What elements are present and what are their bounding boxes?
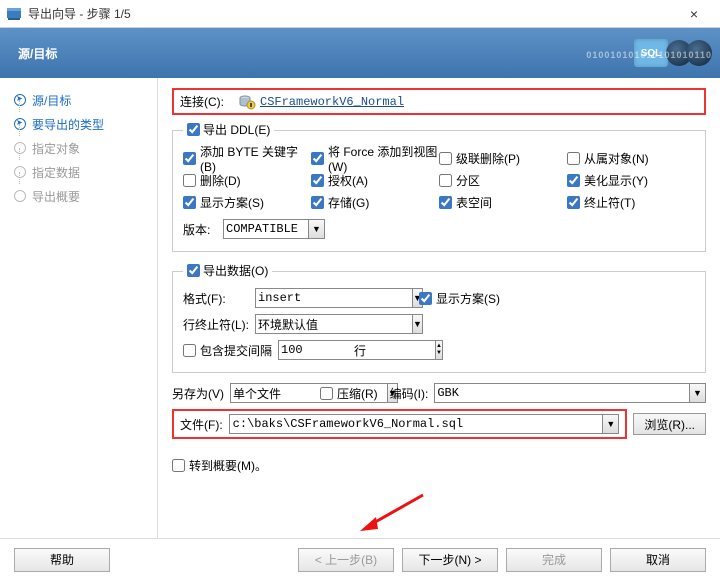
terminator-checkbox[interactable]: 终止符(T): [567, 194, 635, 211]
banner-binary-text: 010010101010101010110: [586, 50, 712, 60]
export-data-fieldset: 导出数据(O) 格式(F): ▼ 显示方案(S) 行终止符(L): ▼ 包含提交…: [172, 262, 706, 373]
file-row: 文件(F): ▼ 浏览(R)...: [172, 409, 706, 439]
save-as-label: 另存为(V): [172, 385, 224, 402]
step-label: 指定数据: [32, 164, 80, 181]
format-label: 格式(F):: [183, 290, 255, 307]
step-source-target[interactable]: 源/目标: [14, 88, 157, 112]
tablespace-checkbox[interactable]: 表空间: [439, 194, 492, 211]
step-specify-data: 指定数据: [14, 160, 157, 184]
titlebar: 导出向导 - 步骤 1/5 ×: [0, 0, 720, 28]
help-button[interactable]: 帮助: [14, 548, 110, 572]
step-label: 源/目标: [32, 92, 71, 109]
finish-button[interactable]: 完成: [506, 548, 602, 572]
file-dropdown-button[interactable]: ▼: [603, 414, 619, 434]
step-label: 要导出的类型: [32, 116, 104, 133]
line-terminator-select[interactable]: [255, 314, 413, 334]
version-select[interactable]: [223, 219, 309, 239]
file-label: 文件(F):: [180, 416, 223, 433]
browse-button[interactable]: 浏览(R)...: [633, 413, 706, 435]
step-export-types[interactable]: 要导出的类型: [14, 112, 157, 136]
export-ddl-checkbox[interactable]: 导出 DDL(E): [187, 121, 270, 138]
step-specify-objects: 指定对象: [14, 136, 157, 160]
data-show-schema-checkbox[interactable]: 显示方案(S): [419, 290, 500, 307]
cancel-button[interactable]: 取消: [610, 548, 706, 572]
encoding-select[interactable]: [434, 383, 690, 403]
back-button[interactable]: < 上一步(B): [298, 548, 394, 572]
file-path-input[interactable]: [229, 414, 604, 434]
next-button[interactable]: 下一步(N) >: [402, 548, 498, 572]
annotation-arrow-icon: [358, 493, 428, 533]
main-panel: 连接(C): CSFrameworkV6_Normal 导出 DDL(E) 添加…: [158, 78, 720, 538]
show-schema-checkbox[interactable]: 显示方案(S): [183, 194, 264, 211]
cascade-delete-checkbox[interactable]: 级联删除(P): [439, 150, 520, 167]
app-icon: [6, 6, 22, 22]
line-terminator-label: 行终止符(L):: [183, 316, 255, 333]
export-ddl-fieldset: 导出 DDL(E) 添加 BYTE 关键字(B) 将 Force 添加到视图(W…: [172, 121, 706, 252]
version-label: 版本:: [183, 221, 223, 238]
step-label: 导出概要: [32, 188, 80, 205]
partition-checkbox[interactable]: 分区: [439, 172, 480, 189]
step-label: 指定对象: [32, 140, 80, 157]
database-icon: [238, 94, 256, 110]
footer: 帮助 < 上一步(B) 下一步(N) > 完成 取消: [0, 538, 720, 580]
version-dropdown-button[interactable]: ▼: [309, 219, 325, 239]
line-terminator-dropdown-button[interactable]: ▼: [413, 314, 423, 334]
close-button[interactable]: ×: [674, 6, 714, 22]
format-select[interactable]: [255, 288, 413, 308]
wizard-steps-sidebar: 源/目标 要导出的类型 指定对象 指定数据 导出概要: [0, 78, 158, 538]
save-as-row: 另存为(V) ▼ 压缩(R) 编码(I): ▼: [172, 383, 706, 403]
export-data-checkbox[interactable]: 导出数据(O): [187, 262, 268, 279]
connection-row: 连接(C): CSFrameworkV6_Normal: [172, 88, 706, 115]
banner-title: 源/目标: [18, 45, 57, 62]
step-export-summary: 导出概要: [14, 184, 157, 208]
commit-unit: 行: [354, 342, 366, 359]
goto-summary-checkbox[interactable]: 转到概要(M)。: [172, 457, 267, 474]
compress-checkbox[interactable]: 压缩(R): [320, 385, 378, 402]
connection-label: 连接(C): [180, 95, 221, 109]
storage-checkbox[interactable]: 存储(G): [311, 194, 369, 211]
encoding-dropdown-button[interactable]: ▼: [690, 383, 706, 403]
commit-interval-spinner[interactable]: ▲▼: [436, 340, 443, 360]
encoding-label: 编码(I):: [390, 385, 429, 402]
file-highlight: 文件(F): ▼: [172, 409, 627, 439]
beautify-checkbox[interactable]: 美化显示(Y): [567, 172, 648, 189]
dependent-objects-checkbox[interactable]: 从属对象(N): [567, 150, 649, 167]
window-title: 导出向导 - 步骤 1/5: [28, 5, 674, 22]
connection-highlight: 连接(C): CSFrameworkV6_Normal: [172, 88, 706, 115]
drop-checkbox[interactable]: 删除(D): [183, 172, 241, 189]
commit-interval-checkbox[interactable]: 包含提交间隔: [183, 342, 272, 359]
grant-checkbox[interactable]: 授权(A): [311, 172, 368, 189]
connection-value[interactable]: CSFrameworkV6_Normal: [260, 95, 404, 109]
banner: 源/目标 SQL 010010101010101010110: [0, 28, 720, 78]
